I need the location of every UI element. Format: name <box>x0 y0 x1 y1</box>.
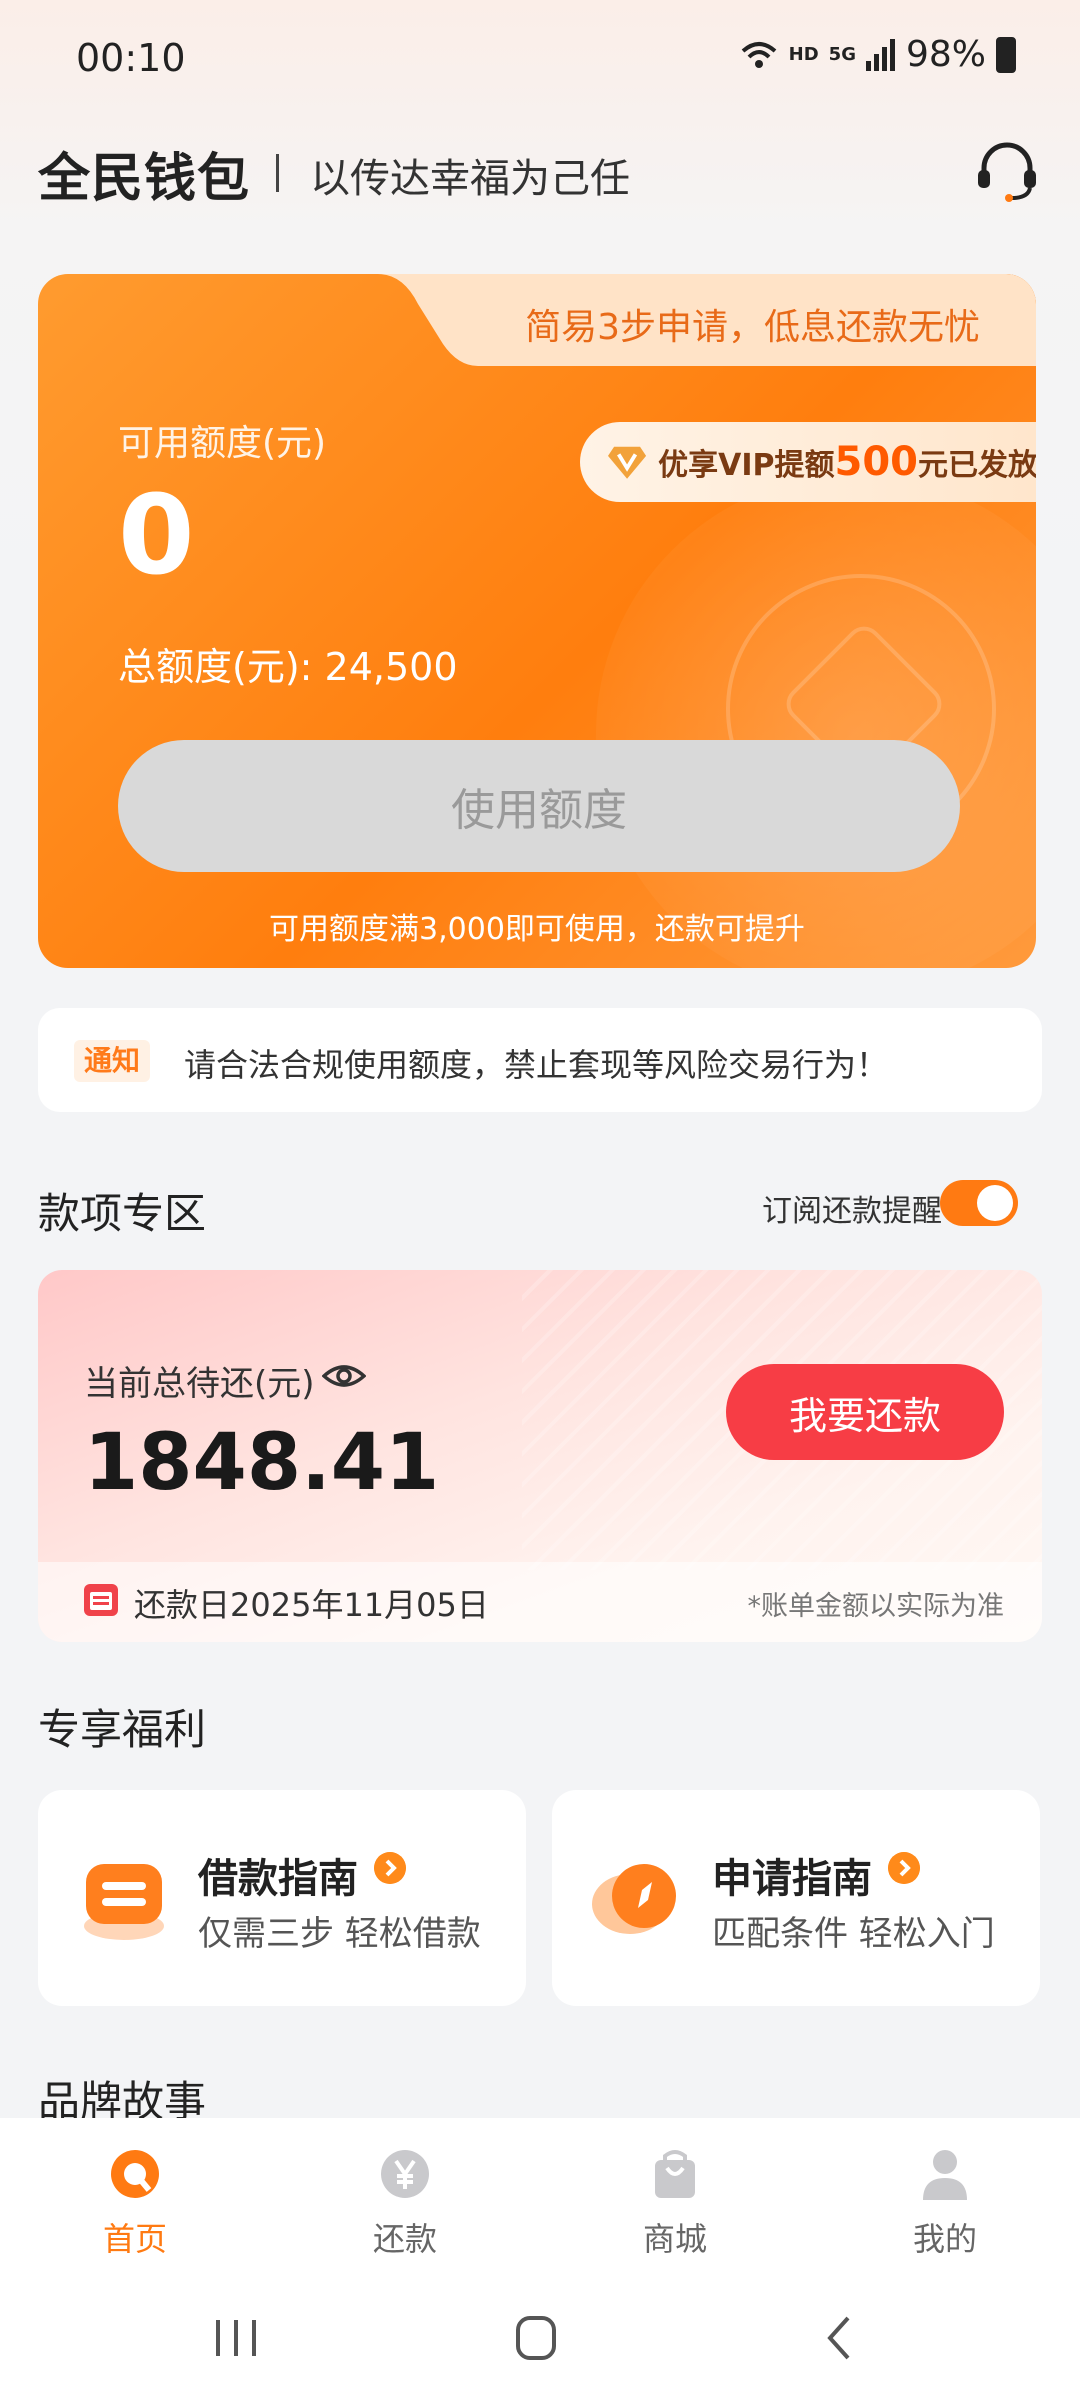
vip-diamond-icon <box>608 446 647 479</box>
home-icon <box>111 2150 159 2198</box>
tab-label: 首页 <box>102 2220 167 2258</box>
section-title-benefits: 专享福利 <box>38 1705 207 1754</box>
home-button-icon[interactable] <box>506 2314 566 2362</box>
benefit-card-loan-guide[interactable]: 借款指南 仅需三步 轻松借款 <box>38 1790 526 2006</box>
status-time: 00:10 <box>76 36 186 80</box>
bill-note: *账单金额以实际为准 <box>747 1591 1005 1622</box>
status-indicators: HD 5G 98% <box>739 34 1016 75</box>
recent-apps-icon[interactable] <box>206 2314 266 2362</box>
benefit-title: 申请指南 <box>712 1856 872 1902</box>
repay-button[interactable]: 我要还款 <box>726 1364 1004 1460</box>
card-hint: 可用额度满3,000即可使用，还款可提升 <box>269 912 805 947</box>
system-nav-bar <box>0 2270 1080 2400</box>
repay-amount: 1848.41 <box>84 1418 440 1508</box>
battery-percent: 98% <box>905 34 986 75</box>
subscribe-reminder-label: 订阅还款提醒 <box>762 1194 942 1229</box>
section-title-repay: 款项专区 <box>38 1189 207 1238</box>
vip-amount: 500 <box>834 439 919 485</box>
benefit-subtitle: 匹配条件 轻松入门 <box>712 1914 995 1954</box>
available-value: 0 <box>118 471 195 599</box>
apply-guide-icon <box>592 1864 676 1934</box>
total-credit-label: 总额度(元): 24,500 <box>118 645 458 689</box>
due-date: 还款日2025年11月05日 <box>134 1586 489 1624</box>
bottom-tab-bar: 首页 还款 商城 我的 <box>0 2118 1080 2270</box>
promo-text: 简易3步申请，低息还款无忧 <box>525 307 980 348</box>
shopping-bag-icon <box>655 2150 695 2198</box>
brand-slogan: 以传达幸福为己任 <box>310 156 630 202</box>
network-indicator: 5G <box>828 44 856 65</box>
signal-icon <box>865 38 895 71</box>
repayment-card: 当前总待还(元) 1848.41 我要还款 还款日2025年11月05日 *账单… <box>38 1270 1042 1642</box>
tab-label: 还款 <box>372 2220 437 2258</box>
back-icon[interactable] <box>812 2314 872 2362</box>
tab-mall[interactable]: 商城 <box>540 2118 810 2270</box>
credit-card: 简易3步申请，低息还款无忧 可用额度(元) 0 总额度(元): 24,500 优… <box>38 274 1036 968</box>
eye-icon[interactable] <box>322 1354 366 1398</box>
use-credit-button[interactable]: 使用额度 <box>118 740 960 872</box>
header-divider <box>276 154 279 192</box>
calendar-icon <box>84 1584 118 1616</box>
wifi-icon <box>741 41 776 68</box>
app-header: 全民钱包 以传达幸福为己任 <box>38 136 1042 209</box>
notice-text: 请合法合规使用额度，禁止套现等风险交易行为！ <box>184 1046 889 1084</box>
tab-label: 商城 <box>642 2220 707 2258</box>
vip-banner[interactable]: 优享VIP提额500元已发放 <box>580 422 1036 502</box>
hd-indicator: HD <box>788 44 819 65</box>
tab-home[interactable]: 首页 <box>0 2118 270 2270</box>
chevron-right-icon <box>374 1852 406 1884</box>
tab-label: 我的 <box>912 2220 977 2258</box>
tab-repay[interactable]: 还款 <box>270 2118 540 2270</box>
available-label: 可用额度(元) <box>118 423 327 464</box>
toggle-knob <box>977 1185 1013 1221</box>
benefit-title: 借款指南 <box>198 1856 358 1902</box>
tab-profile[interactable]: 我的 <box>810 2118 1080 2270</box>
subscribe-reminder-toggle[interactable] <box>940 1180 1018 1226</box>
benefit-subtitle: 仅需三步 轻松借款 <box>198 1914 481 1954</box>
benefit-card-apply-guide[interactable]: 申请指南 匹配条件 轻松入门 <box>552 1790 1040 2006</box>
yuan-icon <box>381 2150 429 2198</box>
notice-bar[interactable]: 通知 请合法合规使用额度，禁止套现等风险交易行为！ <box>38 1008 1042 1112</box>
customer-service-icon[interactable] <box>972 136 1042 206</box>
user-icon <box>923 2150 967 2200</box>
brand-name: 全民钱包 <box>38 149 251 209</box>
loan-guide-icon <box>84 1864 164 1940</box>
repay-total-label: 当前总待还(元) <box>84 1364 315 1404</box>
battery-icon <box>996 36 1016 73</box>
status-bar: 00:10 HD 5G 98% <box>0 0 1080 118</box>
vip-text: 优享VIP提额500元已发放 <box>658 439 1036 485</box>
notice-tag: 通知 <box>74 1040 151 1082</box>
chevron-right-icon <box>888 1852 920 1884</box>
